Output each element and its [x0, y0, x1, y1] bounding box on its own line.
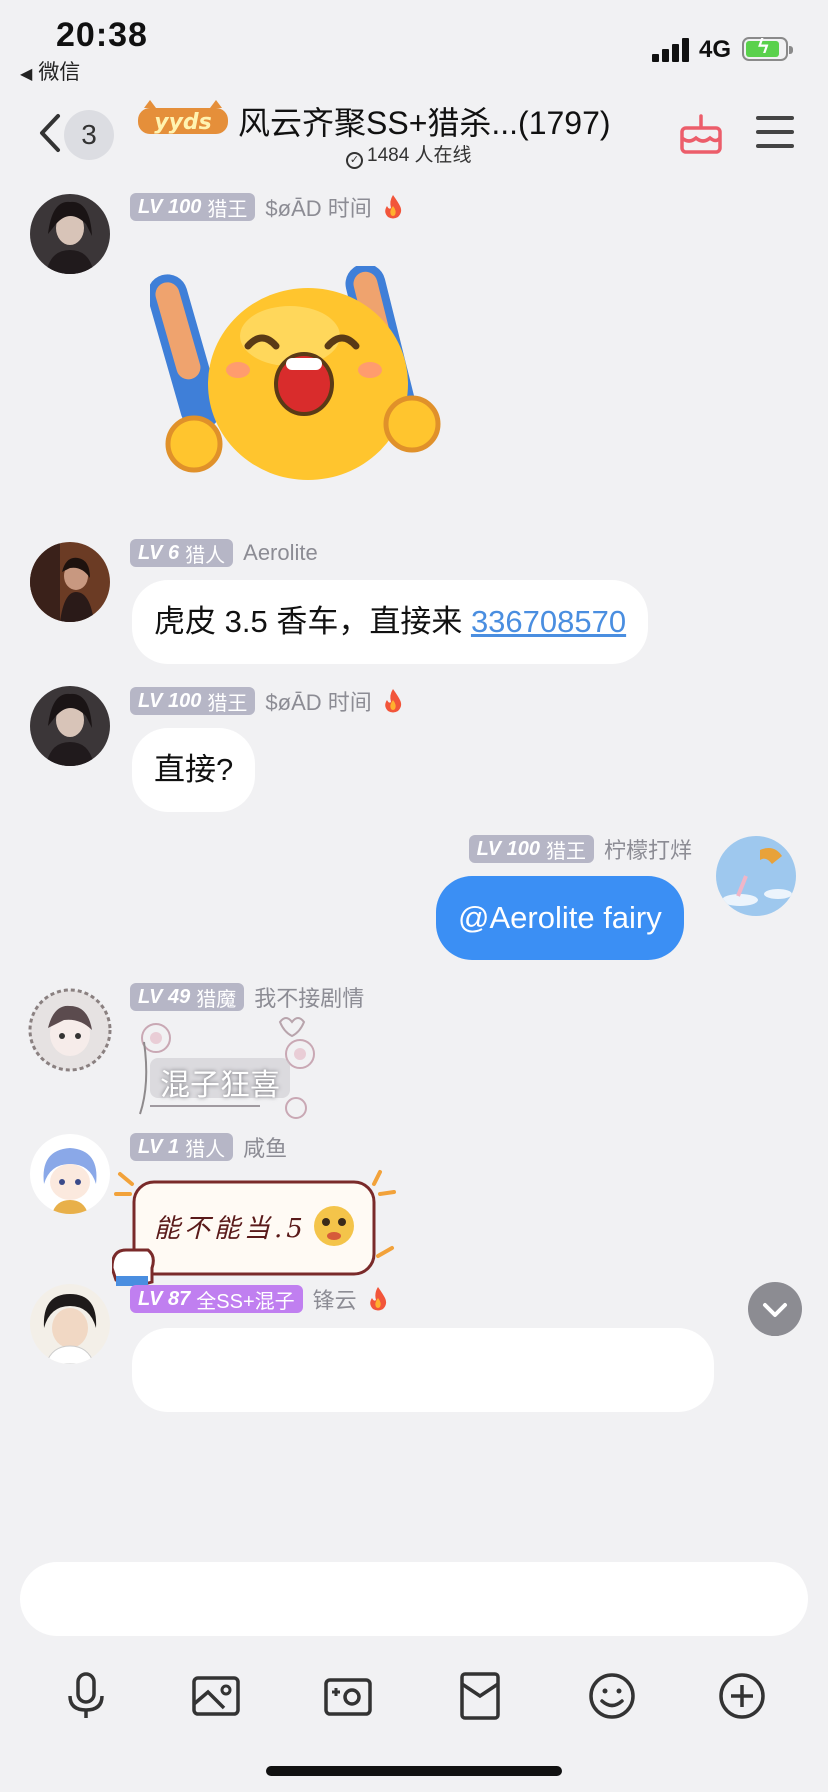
- message-text: 虎皮 3.5 香车，直接来: [154, 604, 471, 639]
- message-link[interactable]: 336708570: [471, 604, 626, 639]
- text-sticker[interactable]: 能不能当.5: [112, 1164, 402, 1290]
- message-input[interactable]: [20, 1562, 808, 1636]
- message-bubble[interactable]: 直接?: [132, 728, 256, 812]
- message-list[interactable]: LV 100 猎王 $øĀD 时间 LV 6 猎人 Aerolite 虎皮 3.5 …: [0, 178, 828, 1546]
- sticker-text: 混子狂喜: [160, 1068, 280, 1103]
- home-indicator: [266, 1766, 562, 1776]
- message-bubble[interactable]: 虎皮 3.5 香车，直接来 336708570: [132, 580, 649, 664]
- username[interactable]: $øĀD 时间: [265, 685, 371, 717]
- username[interactable]: Aerolite: [243, 540, 318, 566]
- back-app-label: 微信: [38, 61, 81, 84]
- message-header: LV 49 猎魔 我不接剧情: [130, 982, 364, 1012]
- username[interactable]: 锋云: [313, 1283, 357, 1315]
- avatar[interactable]: [30, 542, 110, 622]
- yyds-logo-icon: yyds: [138, 100, 228, 135]
- online-count: ✓ 1484 人在线: [346, 140, 472, 169]
- image-icon[interactable]: [190, 1670, 242, 1722]
- level-badge: LV 100 猎王: [130, 193, 256, 221]
- avatar[interactable]: [716, 836, 796, 916]
- unread-badge[interactable]: 3: [64, 110, 114, 160]
- message-bubble[interactable]: [132, 1328, 714, 1412]
- username[interactable]: 柠檬打烊: [604, 833, 692, 865]
- avatar[interactable]: [30, 1284, 110, 1364]
- message-header: LV 6 猎人 Aerolite: [130, 538, 318, 568]
- input-toolbar: [0, 1670, 828, 1730]
- cheering-emoji-sticker[interactable]: [150, 266, 460, 506]
- red-packet-icon[interactable]: [454, 1670, 506, 1722]
- message-header: LV 87 全SS+混子 锋云: [130, 1284, 389, 1314]
- menu-icon[interactable]: [756, 114, 796, 150]
- input-area: [0, 1546, 828, 1792]
- sticker-text: 能不能当.5: [154, 1214, 307, 1244]
- username[interactable]: 咸鱼: [243, 1131, 287, 1163]
- microphone-icon[interactable]: [60, 1670, 112, 1722]
- username[interactable]: $øĀD 时间: [265, 191, 371, 223]
- fire-icon: [384, 195, 401, 219]
- message-header: LV 1 猎人 咸鱼: [130, 1132, 287, 1162]
- camera-icon[interactable]: [322, 1670, 374, 1722]
- scroll-to-bottom-button[interactable]: [748, 1282, 802, 1340]
- avatar[interactable]: [30, 194, 110, 274]
- level-badge: LV 6 猎人: [130, 539, 234, 567]
- status-time: 20:38: [56, 16, 148, 54]
- chevron-down-icon: [763, 1303, 787, 1340]
- fire-icon: [369, 1287, 386, 1311]
- online-check-icon: ✓: [346, 152, 363, 169]
- back-to-app-link[interactable]: ◀ 微信: [20, 56, 80, 86]
- online-count-label: 1484 人在线: [367, 145, 472, 166]
- level-badge: LV 49 猎魔: [130, 983, 245, 1011]
- avatar[interactable]: [24, 984, 116, 1076]
- chat-header: 3 yyds 风云齐聚SS+猎杀...(1797) ✓ 1484 人在线: [0, 92, 828, 178]
- message-text: @Aerolite fairy: [458, 900, 662, 935]
- emoji-icon[interactable]: [586, 1670, 638, 1722]
- message-header: LV 100 猎王 $øĀD 时间: [130, 192, 404, 222]
- signal-icon: [652, 38, 692, 62]
- outgoing-message-bubble[interactable]: @Aerolite fairy: [436, 876, 684, 960]
- message-text: 直接?: [154, 752, 234, 787]
- battery-icon: ϟ: [742, 36, 793, 61]
- status-bar: 20:38 ◀ 微信 4G ϟ: [0, 0, 828, 88]
- group-title[interactable]: 风云齐聚SS+猎杀...(1797): [238, 98, 611, 144]
- back-triangle-icon: ◀: [20, 66, 33, 83]
- svg-text:yyds: yyds: [154, 110, 212, 135]
- level-badge: LV 1 猎人: [130, 1133, 234, 1161]
- username[interactable]: 我不接剧情: [254, 981, 364, 1013]
- network-type: 4G: [699, 36, 732, 63]
- message-header: LV 100 猎王 $øĀD 时间: [130, 686, 404, 716]
- level-badge: LV 100 猎王: [468, 835, 594, 863]
- level-badge: LV 87 全SS+混子: [130, 1285, 303, 1313]
- plus-icon[interactable]: [716, 1670, 768, 1722]
- level-badge: LV 100 猎王: [130, 687, 256, 715]
- cake-icon[interactable]: [678, 108, 724, 156]
- avatar[interactable]: [30, 686, 110, 766]
- flower-text-sticker[interactable]: 混子狂喜: [110, 1014, 330, 1122]
- fire-icon: [384, 689, 401, 713]
- message-header: LV 100 猎王 柠檬打烊: [468, 833, 692, 865]
- avatar[interactable]: [30, 1134, 110, 1214]
